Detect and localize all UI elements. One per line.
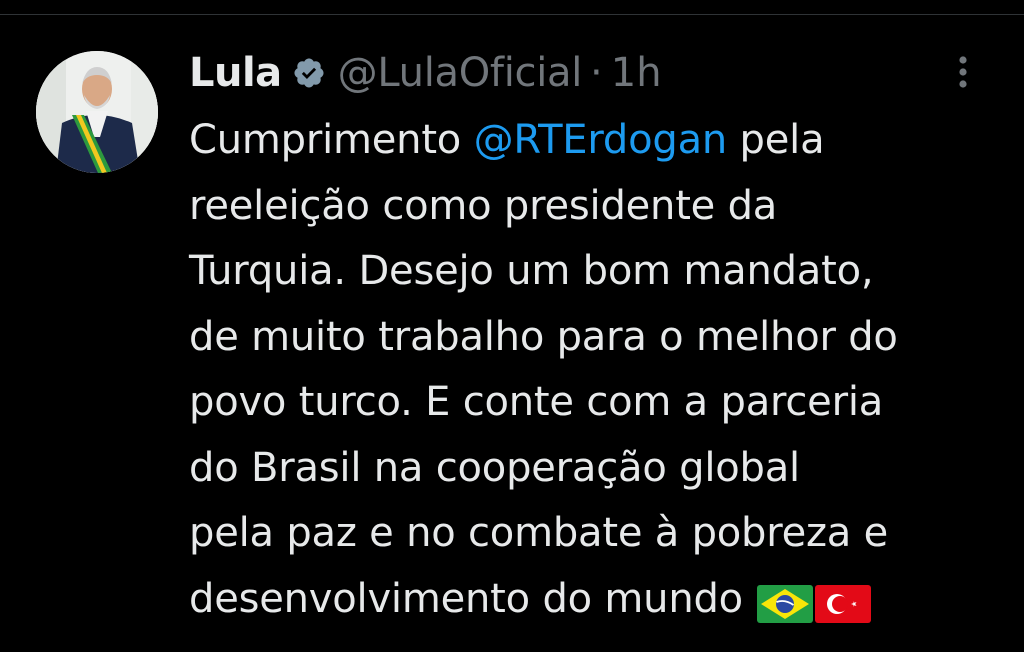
tweet-text-line: Turquia. Desejo um bom mandato, — [189, 248, 874, 294]
flag-brazil-icon — [757, 578, 814, 623]
verified-badge-icon — [292, 56, 326, 90]
tweet-text-line: pela paz e no combate à pobreza e — [189, 510, 889, 556]
tweet-timestamp[interactable]: 1h — [611, 50, 662, 96]
tweet-text-line: desenvolvimento do mundo — [189, 567, 1019, 633]
text-fragment: desenvolvimento do mundo — [189, 575, 743, 622]
tweet-text-line: reeleição como presidente da — [189, 182, 778, 229]
display-name[interactable]: Lula — [189, 50, 282, 96]
tweet-text-line: do Brasil na cooperação global — [189, 444, 800, 491]
tweet-text-line: povo turco. E conte com a parceria — [189, 379, 884, 425]
flag-turkey-icon — [815, 578, 872, 623]
mention-link[interactable]: @RTErdogan — [474, 117, 728, 163]
tweet-text-line: Cumprimento @RTErdogan pela — [189, 108, 1019, 174]
tweet-header: Lula @LulaOficial · 1h — [189, 48, 662, 98]
tweet-text: Cumprimento @RTErdogan pela reeleição co… — [189, 108, 1019, 632]
more-options-icon[interactable] — [948, 50, 978, 100]
top-divider — [0, 14, 1024, 15]
user-handle[interactable]: @LulaOficial — [338, 50, 583, 96]
tweet-text-line: de muito trabalho para o melhor do — [189, 313, 898, 360]
text-fragment: pela — [727, 117, 825, 163]
avatar-image — [36, 51, 158, 173]
avatar[interactable] — [36, 51, 158, 173]
text-fragment: Cumprimento — [189, 117, 474, 163]
separator-dot: · — [590, 50, 603, 96]
